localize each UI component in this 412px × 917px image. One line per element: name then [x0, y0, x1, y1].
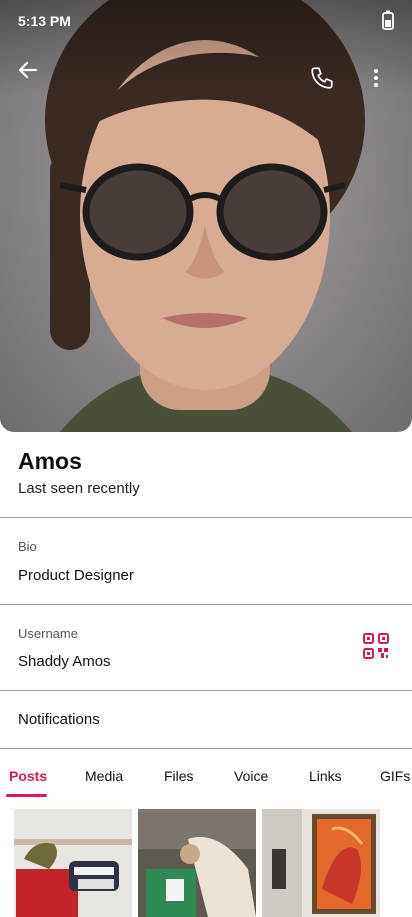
more-vertical-icon	[374, 69, 378, 87]
divider	[0, 748, 412, 749]
bio-label: Bio	[18, 539, 37, 554]
tab-links[interactable]: Links	[309, 768, 342, 784]
profile-name: Amos	[18, 448, 82, 474]
last-seen-status: Last seen recently	[18, 480, 140, 497]
back-button[interactable]	[8, 50, 48, 90]
bio-value[interactable]: Product Designer	[18, 567, 134, 584]
divider	[0, 517, 412, 518]
tab-gifs[interactable]: GIFs	[380, 768, 410, 784]
tab-files[interactable]: Files	[164, 768, 194, 784]
call-button[interactable]	[302, 58, 342, 98]
notifications-row[interactable]: Notifications	[18, 711, 100, 728]
top-actions	[0, 56, 412, 100]
media-thumbnail[interactable]	[138, 809, 256, 917]
more-options-button[interactable]	[356, 58, 396, 98]
username-value[interactable]: Shaddy Amos	[18, 653, 111, 670]
status-bar: 5:13 PM	[0, 0, 412, 42]
tab-posts[interactable]: Posts	[9, 768, 47, 784]
active-tab-indicator	[6, 794, 47, 797]
username-label: Username	[18, 626, 78, 641]
qr-code-icon	[363, 633, 389, 659]
back-arrow-icon	[18, 61, 38, 79]
battery-icon	[382, 10, 394, 33]
divider	[0, 690, 412, 691]
status-time: 5:13 PM	[18, 13, 71, 29]
phone-icon	[311, 67, 333, 89]
media-thumbnail[interactable]	[262, 809, 380, 917]
content-tabs: Posts Media Files Voice Links GIFs	[0, 768, 412, 802]
media-thumbnail[interactable]	[14, 809, 132, 917]
tab-media[interactable]: Media	[85, 768, 123, 784]
qr-code-button[interactable]	[362, 632, 390, 660]
tab-voice[interactable]: Voice	[234, 768, 268, 784]
divider	[0, 604, 412, 605]
